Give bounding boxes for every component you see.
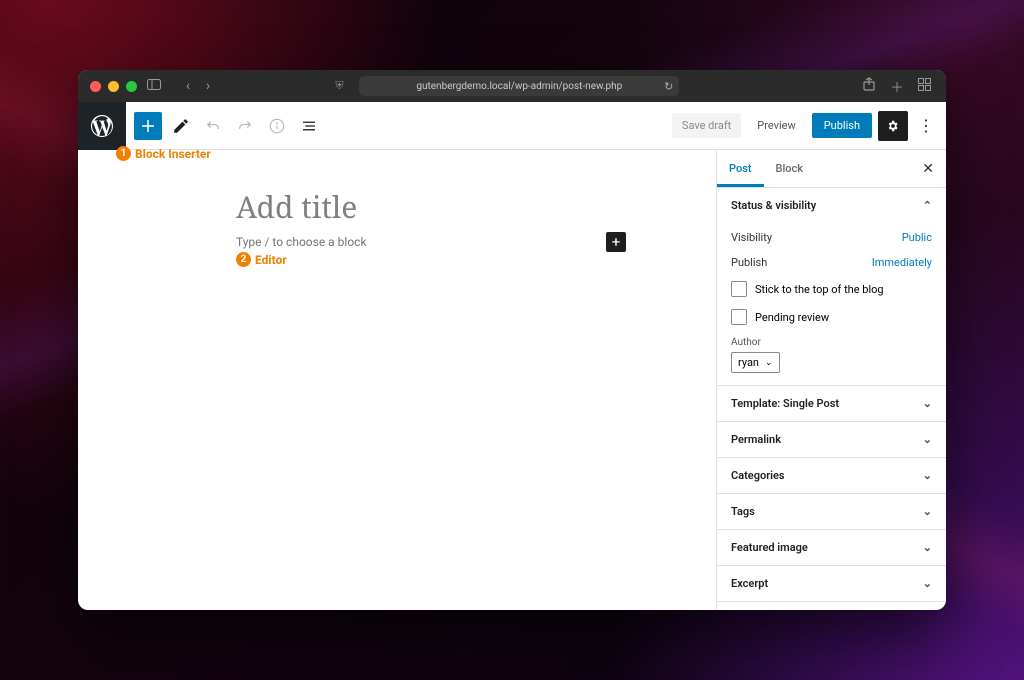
chevron-down-icon: ⌄ (923, 469, 932, 482)
post-title-input[interactable]: Add title (236, 186, 357, 227)
save-draft-button[interactable]: Save draft (672, 113, 741, 138)
annotation-badge-1: 1 (116, 146, 131, 161)
pending-review-checkbox[interactable] (731, 309, 747, 325)
panel-discussion[interactable]: Discussion⌄ (717, 602, 946, 610)
stick-to-top-checkbox[interactable] (731, 281, 747, 297)
window-zoom-icon[interactable] (126, 81, 137, 92)
url-bar[interactable]: ⛨ gutenbergdemo.local/wp-admin/post-new.… (359, 76, 679, 96)
wordpress-editor: Save draft Preview Publish ⋮ 1 Block Ins… (78, 102, 946, 610)
chevron-down-icon: ⌄ (923, 577, 932, 590)
panel-status-visibility: Status & visibility ⌃ Visibility Public … (717, 188, 946, 386)
chevron-down-icon: ⌄ (923, 505, 932, 518)
more-options-icon[interactable]: ⋮ (914, 111, 938, 141)
publish-value[interactable]: Immediately (872, 256, 932, 269)
nav-forward-icon[interactable]: › (199, 78, 217, 94)
block-inserter-button[interactable] (134, 112, 162, 140)
block-prompt[interactable]: Type / to choose a block + (236, 232, 626, 252)
pending-label: Pending review (755, 311, 829, 324)
sidebar-toggle-icon[interactable] (145, 79, 163, 93)
url-text: gutenbergdemo.local/wp-admin/post-new.ph… (416, 81, 622, 92)
panel-categories[interactable]: Categories⌄ (717, 458, 946, 493)
browser-window: ‹ › ⛨ gutenbergdemo.local/wp-admin/post-… (78, 70, 946, 610)
chevron-up-icon: ⌃ (923, 199, 932, 212)
nav-back-icon[interactable]: ‹ (179, 78, 197, 94)
annotation-2: 2 Editor (236, 252, 287, 267)
panel-tags[interactable]: Tags⌄ (717, 494, 946, 529)
undo-icon[interactable] (200, 113, 226, 139)
author-select[interactable]: ryan ⌄ (731, 352, 780, 373)
inline-block-add-icon[interactable]: + (606, 232, 626, 252)
privacy-shield-icon[interactable]: ⛨ (335, 79, 343, 93)
stick-label: Stick to the top of the blog (755, 283, 884, 296)
chevron-down-icon: ⌄ (923, 397, 932, 410)
preview-button[interactable]: Preview (747, 113, 805, 138)
wordpress-logo-icon[interactable] (78, 102, 126, 150)
tab-post[interactable]: Post (717, 150, 764, 187)
new-tab-icon[interactable]: ＋ (888, 77, 906, 96)
settings-gear-icon[interactable] (878, 111, 908, 141)
edit-tool-icon[interactable] (168, 113, 194, 139)
publish-button[interactable]: Publish (812, 113, 872, 138)
chevron-down-icon: ⌄ (923, 541, 932, 554)
visibility-label: Visibility (731, 231, 772, 244)
panel-excerpt[interactable]: Excerpt⌄ (717, 566, 946, 601)
panel-template[interactable]: Template: Single Post⌄ (717, 386, 946, 421)
annotation-badge-2: 2 (236, 252, 251, 267)
panel-header-status[interactable]: Status & visibility ⌃ (717, 188, 946, 223)
author-label: Author (731, 337, 932, 348)
settings-sidebar: Post Block ✕ Status & visibility ⌃ Visib… (716, 150, 946, 610)
editor-canvas[interactable]: 1 Block Inserter Add title Type / to cho… (78, 150, 716, 610)
panel-permalink[interactable]: Permalink⌄ (717, 422, 946, 457)
visibility-value[interactable]: Public (902, 231, 932, 244)
details-info-icon[interactable] (264, 113, 290, 139)
sidebar-close-icon[interactable]: ✕ (910, 150, 946, 187)
outline-list-icon[interactable] (296, 113, 322, 139)
redo-icon[interactable] (232, 113, 258, 139)
tab-block[interactable]: Block (764, 150, 815, 187)
browser-chrome: ‹ › ⛨ gutenbergdemo.local/wp-admin/post-… (78, 70, 946, 102)
editor-top-toolbar: Save draft Preview Publish ⋮ (78, 102, 946, 150)
chevron-down-icon: ⌄ (923, 433, 932, 446)
reload-icon[interactable]: ↻ (664, 80, 673, 93)
annotation-1: 1 Block Inserter (116, 146, 211, 161)
panel-featured-image[interactable]: Featured image⌄ (717, 530, 946, 565)
tabs-overview-icon[interactable] (916, 78, 934, 95)
share-icon[interactable] (860, 77, 878, 95)
window-minimize-icon[interactable] (108, 81, 119, 92)
chevron-down-icon: ⌄ (765, 358, 773, 368)
window-close-icon[interactable] (90, 81, 101, 92)
publish-label: Publish (731, 256, 767, 269)
window-controls (90, 81, 137, 92)
